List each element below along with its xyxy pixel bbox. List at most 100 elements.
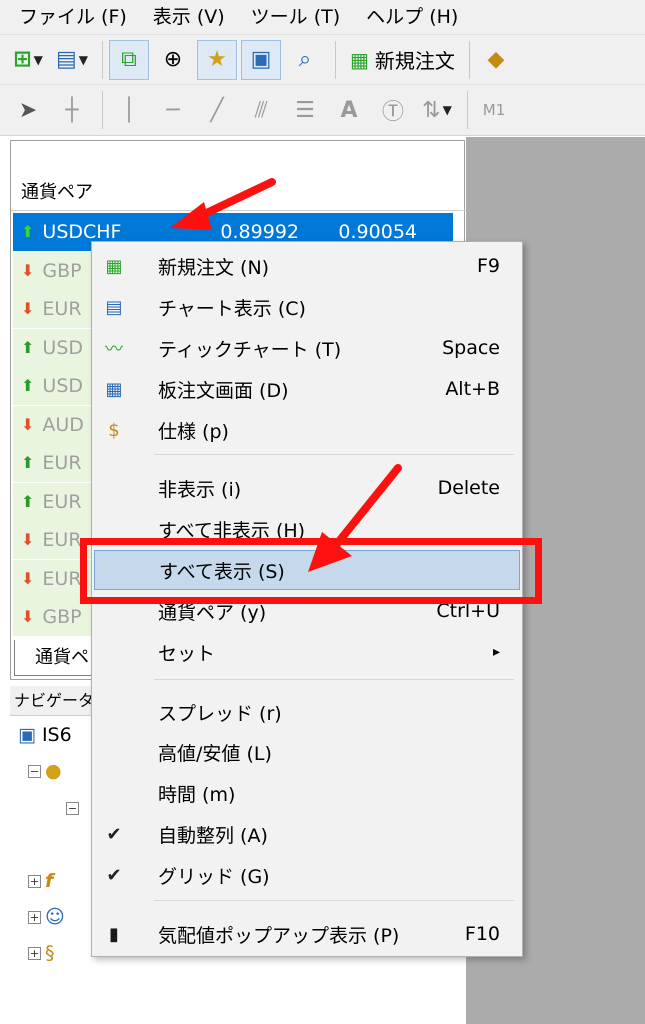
data-window-button[interactable]: ⊕ xyxy=(153,40,193,80)
context-menu-item[interactable]: スプレッド (r) xyxy=(94,692,520,732)
market-watch-button[interactable]: ⧉ xyxy=(109,39,149,80)
context-menu-item-label: 新規注文 (N) xyxy=(158,256,270,279)
accounts-icon: ● xyxy=(45,760,62,782)
context-menu-item-label: 気配値ポップアップ表示 (P) xyxy=(158,924,400,947)
annotation-highlight-box xyxy=(80,538,542,604)
strategy-tester-icon: ⌕ xyxy=(298,47,312,72)
navigator-indicators[interactable]: + f xyxy=(28,870,53,892)
context-menu-item[interactable]: ▤ チャート表示 (C) xyxy=(94,287,520,327)
depth-of-market-icon: ▦ xyxy=(105,378,123,400)
navigator-root[interactable]: ▣ IS6 xyxy=(18,724,72,746)
context-menu-item[interactable]: ▦ 板注文画面 (D) Alt+B xyxy=(94,369,520,409)
menu-file[interactable]: ファイル (F) xyxy=(6,0,140,34)
context-menu-item[interactable]: $ 仕様 (p) xyxy=(94,410,520,450)
context-menu-shortcut: Space xyxy=(442,337,500,359)
new-chart-button[interactable]: ⊞ ▼ xyxy=(8,40,48,80)
context-menu-item[interactable]: セット ▸ xyxy=(94,632,520,672)
arrows-button[interactable]: ⇅ ▼ xyxy=(417,90,457,130)
symbol-label: EUR xyxy=(42,529,82,551)
profiles-button[interactable]: ▤ ▼ xyxy=(52,40,92,80)
profiles-icon: ▤ xyxy=(55,47,77,72)
navigator-panel: ▣ IS6 − ● − + f + ☺ + § xyxy=(10,716,100,1016)
menu-separator xyxy=(154,454,514,455)
new-order-label: 新規注文 xyxy=(374,49,455,73)
arrow-up-icon: ⬆ xyxy=(21,376,35,395)
context-menu-item[interactable]: 高値/安値 (L) xyxy=(94,732,520,772)
trendline-icon: ╱ xyxy=(210,97,224,123)
trendline-button[interactable]: ╱ xyxy=(197,90,237,130)
context-menu-shortcut: F9 xyxy=(476,255,500,277)
market-watch-header-symbol[interactable]: 通貨ペア xyxy=(11,175,466,211)
chevron-down-icon[interactable]: ▼ xyxy=(34,53,43,67)
context-menu-item[interactable]: ▦ 新規注文 (N) F9 xyxy=(94,246,520,286)
collapse-icon[interactable]: − xyxy=(28,764,41,778)
text-label-button[interactable]: Ⓣ xyxy=(373,90,413,130)
context-menu-item[interactable]: 〰 ティックチャート (T) Space xyxy=(94,328,520,368)
expand-icon[interactable]: + xyxy=(28,874,41,888)
check-icon: ✔ xyxy=(106,823,122,845)
navigator-button[interactable]: ★ xyxy=(197,39,237,80)
navigator-star-icon: ★ xyxy=(207,47,227,72)
context-menu-item-label: 板注文画面 (D) xyxy=(158,379,289,402)
context-menu-item[interactable]: ▮ 気配値ポップアップ表示 (P) F10 xyxy=(94,914,520,954)
fibonacci-icon: ☰ xyxy=(295,97,315,123)
menu-separator xyxy=(154,900,514,901)
symbol-label: EUR xyxy=(42,452,82,474)
fibonacci-button[interactable]: ☰ xyxy=(285,90,325,130)
chart-window-icon: ▤ xyxy=(105,296,123,318)
context-menu-item-label: 仕様 (p) xyxy=(158,420,229,443)
terminal-button[interactable]: ▣ xyxy=(241,39,281,80)
navigator-root-label: IS6 xyxy=(41,724,72,746)
horizontal-line-button[interactable]: ─ xyxy=(153,90,193,130)
terminal-icon: ▣ xyxy=(18,724,36,746)
navigator-scripts[interactable]: + § xyxy=(28,942,55,964)
standard-toolbar: ⊞ ▼ ▤ ▼ ⧉ ⊕ ★ ▣ ⌕ ▦ 新規注文 ◆ xyxy=(0,34,645,84)
period-m1-button[interactable]: M1 xyxy=(474,90,514,130)
new-order-icon: ▦ xyxy=(105,255,123,277)
arrow-up-icon: ⬆ xyxy=(21,337,35,357)
menu-help[interactable]: ヘルプ (H) xyxy=(353,0,471,34)
expand-icon[interactable]: + xyxy=(28,946,41,960)
crosshair-icon: ┼ xyxy=(65,97,79,123)
cursor-button[interactable]: ➤ xyxy=(8,90,48,130)
toolbar-separator xyxy=(467,91,468,129)
menu-tools[interactable]: ツール (T) xyxy=(238,0,353,34)
navigator-accounts[interactable]: − ● xyxy=(28,760,62,782)
crosshair-button[interactable]: ┼ xyxy=(52,90,92,130)
toolbar-separator xyxy=(468,40,470,79)
equidistant-channel-button[interactable]: ⫻ xyxy=(241,90,281,130)
navigator-expert-advisors[interactable]: + ☺ xyxy=(28,906,65,928)
context-menu-item[interactable]: 時間 (m) xyxy=(94,773,520,813)
context-menu-shortcut: Alt+B xyxy=(445,378,500,400)
symbol-label: EUR xyxy=(42,490,82,513)
symbol-label: USD xyxy=(42,375,84,397)
text-button[interactable]: A xyxy=(329,90,369,130)
navigator-account-item[interactable]: − xyxy=(66,802,83,815)
menu-view[interactable]: 表示 (V) xyxy=(140,0,238,34)
chevron-down-icon[interactable]: ▼ xyxy=(79,53,88,67)
chevron-down-icon[interactable]: ▼ xyxy=(443,103,452,117)
autotrading-button[interactable]: ◆ xyxy=(476,40,516,80)
context-menu-shortcut: F10 xyxy=(464,923,500,945)
symbol-label: AUD xyxy=(42,413,84,436)
context-menu-item-label: グリッド (G) xyxy=(158,865,270,888)
vertical-line-button[interactable]: │ xyxy=(109,90,149,130)
context-menu-item[interactable]: ✔ グリッド (G) xyxy=(94,855,520,895)
line-studies-toolbar: ➤ ┼ │ ─ ╱ ⫻ ☰ A Ⓣ ⇅ ▼ M1 xyxy=(0,84,645,136)
new-order-button[interactable]: ▦ 新規注文 xyxy=(342,40,463,80)
arrow-up-icon: ⬆ xyxy=(21,453,35,472)
strategy-tester-button[interactable]: ⌕ xyxy=(285,40,325,80)
market-watch-icon: ⧉ xyxy=(121,47,137,72)
context-menu-item-label: チャート表示 (C) xyxy=(158,297,306,320)
vertical-line-icon: │ xyxy=(122,97,136,123)
collapse-icon[interactable]: − xyxy=(66,802,79,815)
expand-icon[interactable]: + xyxy=(28,910,41,924)
context-menu-item[interactable]: ✔ 自動整列 (A) xyxy=(94,814,520,854)
gold-bar-icon: ◆ xyxy=(487,47,505,72)
context-menu-item[interactable]: 非表示 (i) Delete xyxy=(94,468,520,508)
equidistant-channel-icon: ⫻ xyxy=(254,97,268,123)
arrow-up-icon: ⬆ xyxy=(21,222,35,241)
terminal-icon: ▣ xyxy=(250,47,272,72)
horizontal-line-icon: ─ xyxy=(166,97,180,123)
tick-chart-icon: 〰 xyxy=(105,339,123,360)
